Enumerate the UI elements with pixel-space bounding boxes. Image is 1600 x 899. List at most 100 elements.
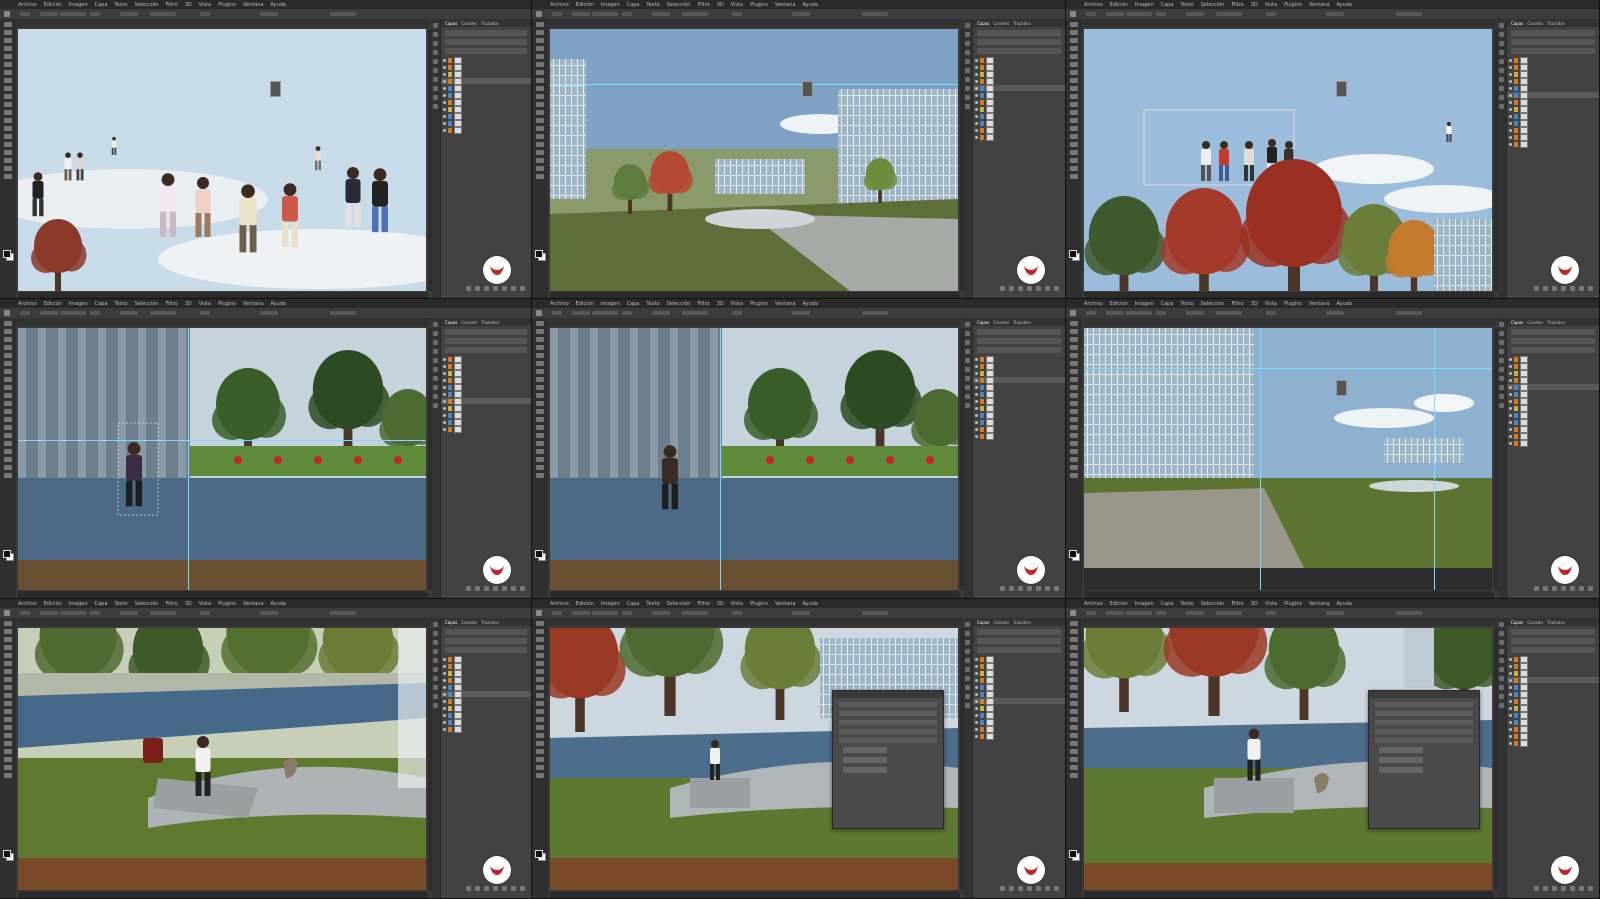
layer-row[interactable] — [973, 690, 1065, 698]
layer-blend-mode[interactable] — [445, 39, 527, 45]
tool-icon[interactable] — [4, 733, 12, 738]
tool-icon[interactable] — [536, 102, 544, 107]
tool-icon[interactable] — [536, 345, 544, 350]
tool-icon[interactable] — [4, 409, 12, 414]
layer-row[interactable] — [441, 411, 531, 419]
tool-icon[interactable] — [4, 329, 12, 334]
menu-item[interactable]: Capa — [95, 601, 108, 607]
menu-item[interactable]: Ayuda — [803, 301, 818, 307]
tool-icon[interactable] — [536, 449, 544, 454]
eye-icon[interactable] — [443, 364, 446, 368]
tool-icon[interactable] — [536, 621, 544, 626]
panel-tab[interactable]: Canales — [993, 21, 1009, 26]
adjustment-icon[interactable] — [1027, 286, 1032, 291]
eye-icon[interactable] — [1509, 699, 1512, 703]
mask-icon[interactable] — [484, 286, 489, 291]
adjustment-icon[interactable] — [493, 286, 498, 291]
panel-toggle-icon[interactable] — [1499, 640, 1504, 645]
panel-toggle-icon[interactable] — [1499, 667, 1504, 672]
tool-icon[interactable] — [4, 425, 12, 430]
layer-blend-mode[interactable] — [977, 39, 1061, 45]
tool-icon[interactable] — [4, 749, 12, 754]
layer-kind-filter[interactable] — [977, 30, 1061, 36]
panel-tab[interactable]: Trazados — [1013, 620, 1031, 625]
tool-icon[interactable] — [4, 449, 12, 454]
layer-opacity[interactable] — [445, 347, 527, 353]
dialog-ok-button[interactable] — [1379, 747, 1423, 753]
panel-toggle-icon[interactable] — [965, 376, 970, 381]
panel-toggle-icon[interactable] — [1499, 340, 1504, 345]
foreground-color-swatch[interactable] — [535, 250, 543, 258]
layer-row[interactable] — [973, 98, 1065, 106]
layer-row[interactable] — [441, 70, 531, 78]
panel-toggle-icon[interactable] — [1499, 631, 1504, 636]
tool-icon[interactable] — [1070, 102, 1078, 107]
option-control[interactable] — [572, 611, 590, 615]
fx-icon[interactable] — [1543, 586, 1548, 591]
tool-icon[interactable] — [1070, 709, 1078, 714]
tool-icon[interactable] — [1070, 353, 1078, 358]
menu-item[interactable]: Plugins — [218, 301, 236, 307]
tool-icon[interactable] — [1070, 30, 1078, 35]
option-control[interactable] — [200, 12, 210, 16]
option-control[interactable] — [200, 311, 210, 315]
option-control[interactable] — [1396, 311, 1422, 315]
panel-tab[interactable]: Canales — [993, 620, 1009, 625]
tool-icon[interactable] — [1070, 361, 1078, 366]
option-control[interactable] — [732, 12, 742, 16]
eye-icon[interactable] — [443, 399, 446, 403]
tool-icon[interactable] — [1070, 94, 1078, 99]
option-control[interactable] — [572, 311, 590, 315]
folder-icon[interactable] — [1570, 586, 1575, 591]
panel-toggle-icon[interactable] — [965, 649, 970, 654]
tool-icon[interactable] — [536, 741, 544, 746]
tool-icon[interactable] — [4, 465, 12, 470]
eye-icon[interactable] — [443, 685, 446, 689]
eye-icon[interactable] — [443, 100, 446, 104]
layer-row[interactable] — [1507, 432, 1599, 440]
dialog-field[interactable] — [1375, 738, 1473, 743]
layer-row[interactable] — [441, 662, 531, 670]
tool-icon[interactable] — [1070, 717, 1078, 722]
panel-toggle-icon[interactable] — [1499, 703, 1504, 708]
tool-icon[interactable] — [1070, 629, 1078, 634]
menu-item[interactable]: Capa — [1161, 2, 1174, 8]
tool-icon[interactable] — [4, 473, 12, 478]
layer-row[interactable] — [441, 425, 531, 433]
tool-icon[interactable] — [1070, 693, 1078, 698]
menu-item[interactable]: Capa — [95, 301, 108, 307]
layer-row[interactable] — [441, 669, 531, 677]
menu-item[interactable]: Ayuda — [271, 301, 286, 307]
menu-item[interactable]: Imagen — [601, 2, 620, 8]
document-canvas[interactable] — [1084, 328, 1492, 590]
eye-icon[interactable] — [1509, 385, 1512, 389]
tool-icon[interactable] — [1070, 150, 1078, 155]
menu-item[interactable]: Ventana — [243, 601, 264, 607]
layer-row[interactable] — [1507, 662, 1599, 670]
tool-icon[interactable] — [536, 757, 544, 762]
eye-icon[interactable] — [1509, 427, 1512, 431]
link-layers-icon[interactable] — [466, 886, 471, 891]
eye-icon[interactable] — [975, 678, 978, 682]
option-control[interactable] — [1106, 12, 1124, 16]
mask-icon[interactable] — [484, 886, 489, 891]
menu-item[interactable]: Capa — [95, 2, 108, 8]
tool-icon[interactable] — [4, 441, 12, 446]
layer-row[interactable] — [1507, 355, 1599, 363]
dialog-cancel-button[interactable] — [843, 757, 887, 763]
layer-row[interactable] — [1507, 411, 1599, 419]
panel-toggle-icon[interactable] — [433, 68, 438, 73]
tool-icon[interactable] — [1070, 669, 1078, 674]
link-layers-icon[interactable] — [1000, 286, 1005, 291]
tool-icon[interactable] — [1070, 701, 1078, 706]
tool-icon[interactable] — [4, 433, 12, 438]
tool-icon[interactable] — [4, 142, 12, 147]
option-control[interactable] — [622, 12, 632, 16]
layer-row[interactable] — [441, 84, 531, 92]
tool-icon[interactable] — [1070, 401, 1078, 406]
menu-item[interactable]: Ayuda — [271, 601, 286, 607]
panel-toggle-icon[interactable] — [433, 95, 438, 100]
tool-icon[interactable] — [536, 142, 544, 147]
panel-tab[interactable]: Trazados — [1547, 320, 1565, 325]
panel-toggle-icon[interactable] — [433, 703, 438, 708]
